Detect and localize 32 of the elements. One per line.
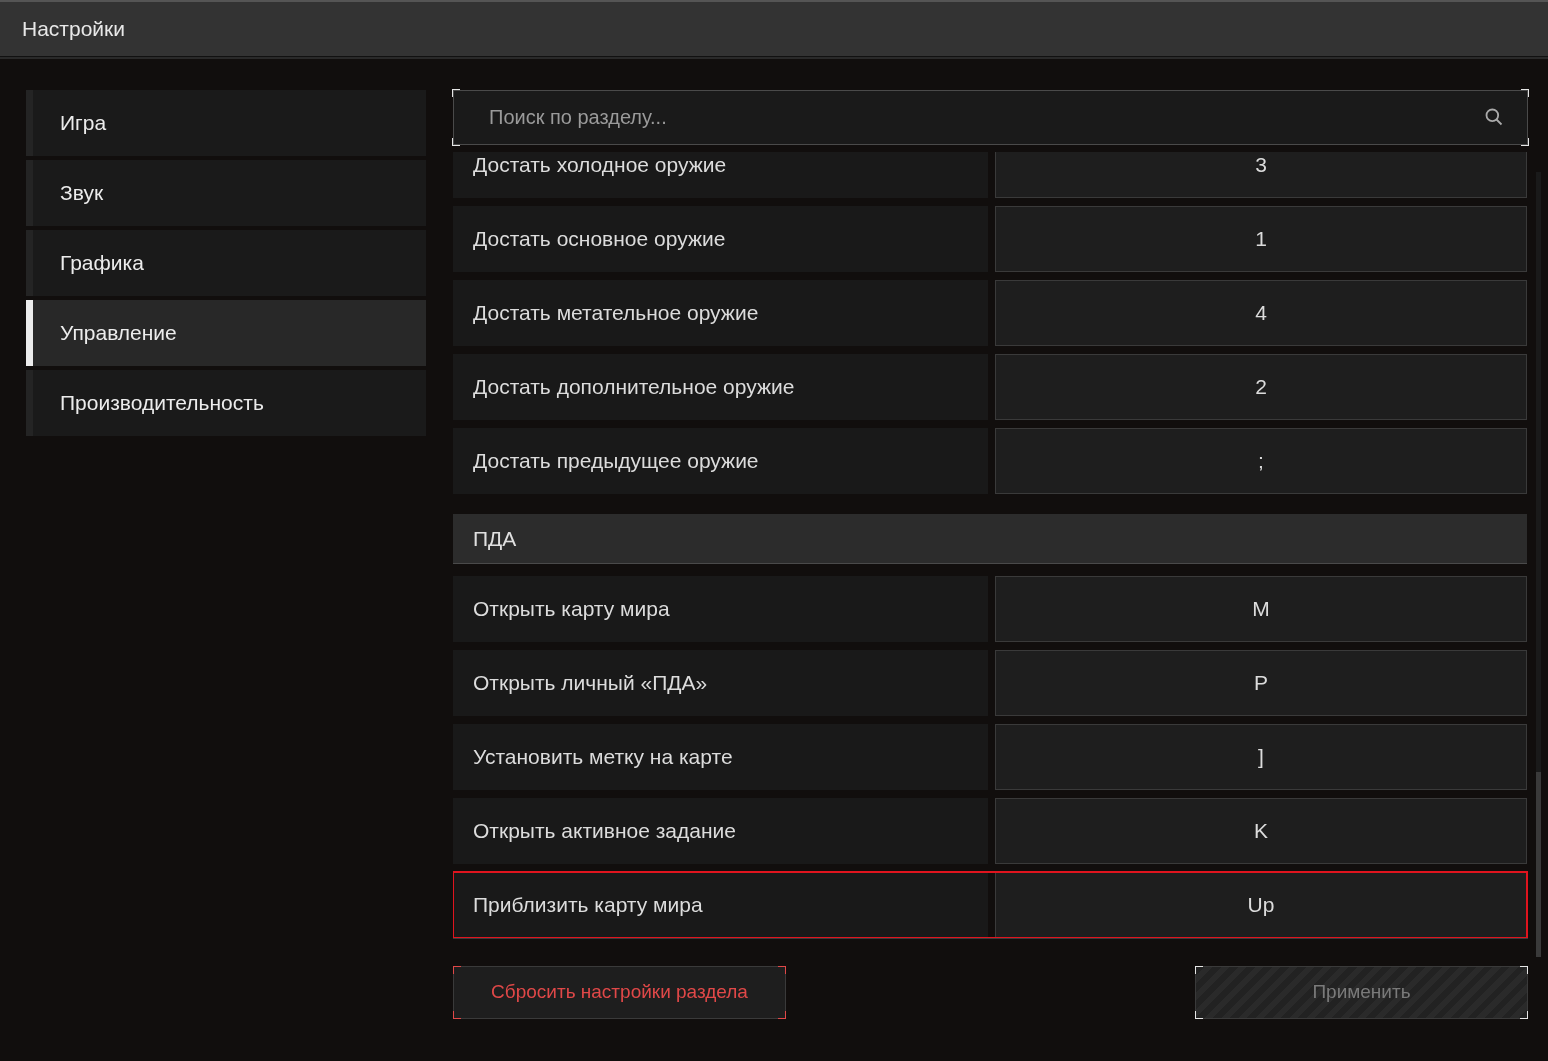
binding-label: Открыть активное задание — [453, 798, 988, 864]
key-binding-button[interactable]: 2 — [995, 354, 1527, 420]
key-binding-button[interactable]: 4 — [995, 280, 1527, 346]
sidebar-tab[interactable]: Управление — [26, 300, 426, 366]
sidebar-tab[interactable]: Звук — [26, 160, 426, 226]
binding-label: Открыть личный «ПДА» — [453, 650, 988, 716]
sidebar-tab[interactable]: Графика — [26, 230, 426, 296]
binding-label: Достать предыдущее оружие — [453, 428, 988, 494]
sidebar-tab[interactable]: Игра — [26, 90, 426, 156]
key-binding-button[interactable]: Up — [995, 872, 1527, 938]
key-binding-button[interactable]: P — [995, 650, 1527, 716]
search-field[interactable]: Поиск по разделу... — [453, 90, 1528, 145]
sidebar-tab[interactable]: Производительность — [26, 370, 426, 436]
binding-label: Открыть карту мира — [453, 576, 988, 642]
binding-label: Достать дополнительное оружие — [453, 354, 988, 420]
key-binding-button[interactable]: 1 — [995, 206, 1527, 272]
section-header: ПДА — [453, 514, 1527, 564]
apply-button: Применить — [1195, 966, 1528, 1019]
binding-label: Установить метку на карте — [453, 724, 988, 790]
key-binding-button[interactable]: K — [995, 798, 1527, 864]
reset-button[interactable]: Сбросить настройки раздела — [453, 966, 786, 1019]
search-icon — [1484, 107, 1504, 127]
key-binding-button[interactable]: ; — [995, 428, 1527, 494]
key-binding-button[interactable]: ] — [995, 724, 1527, 790]
scrollbar-thumb[interactable] — [1536, 772, 1541, 957]
key-binding-button[interactable]: M — [995, 576, 1527, 642]
binding-label: Достать холодное оружие — [453, 152, 988, 198]
key-binding-button[interactable]: 3 — [995, 152, 1527, 198]
binding-label: Приблизить карту мира — [453, 872, 988, 938]
binding-label: Достать основное оружие — [453, 206, 988, 272]
window-title: Настройки — [22, 16, 125, 43]
binding-label: Достать метательное оружие — [453, 280, 988, 346]
